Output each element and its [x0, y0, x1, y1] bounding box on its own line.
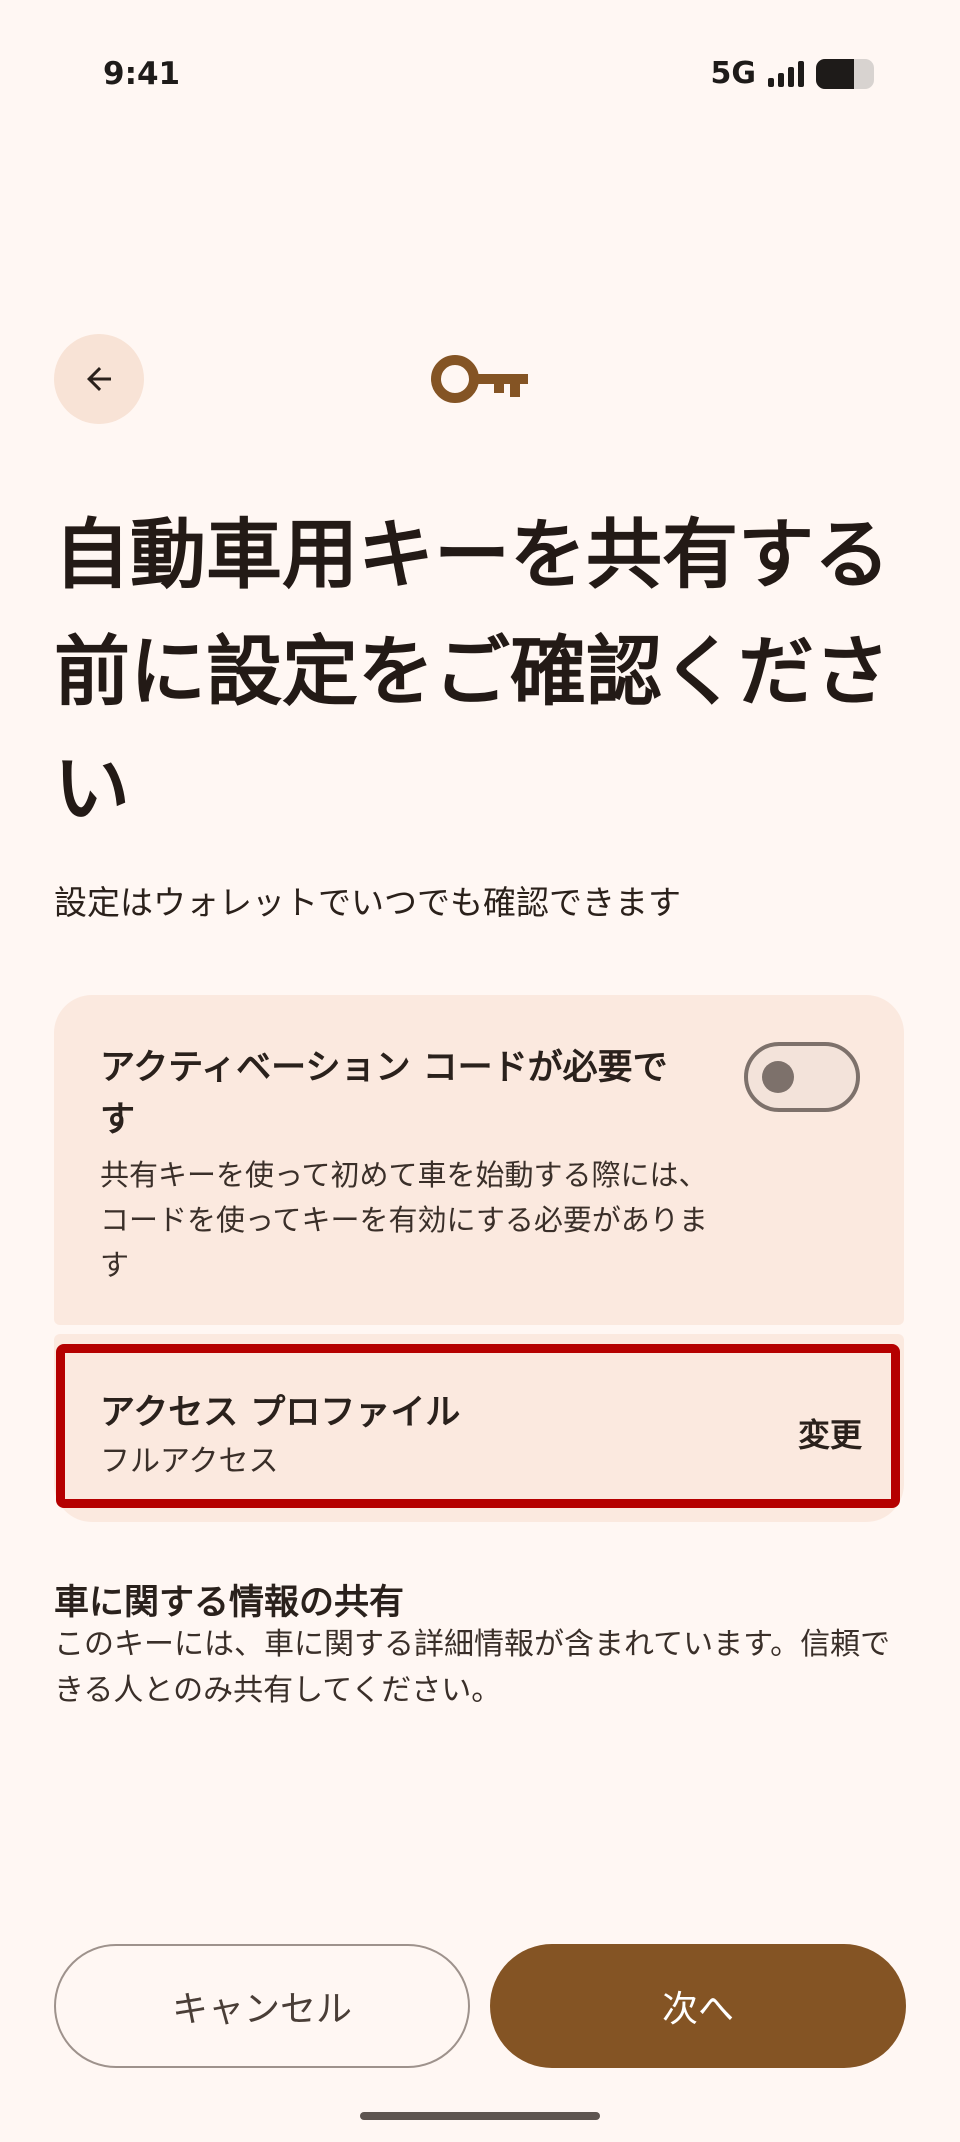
next-button[interactable]: 次へ — [490, 1944, 906, 2068]
activation-setting-description: 共有キーを使って初めて車を始動する際には、コードを使ってキーを有効にする必要があ… — [100, 1158, 708, 1282]
next-button-label: 次へ — [661, 1989, 734, 2030]
status-icons: 5G — [710, 56, 874, 91]
toggle-knob — [762, 1061, 794, 1093]
home-indicator[interactable] — [360, 2112, 600, 2120]
page-title: 自動車用キーを共有する前に設定をご確認ください — [54, 510, 890, 833]
activation-setting-title: アクティベーション コードが必要です — [100, 1048, 668, 1140]
highlight-box — [56, 1344, 900, 1508]
back-button[interactable] — [54, 334, 144, 424]
info-section-description: このキーには、車に関する詳細情報が含まれています。信頼できる人とのみ共有してくだ… — [54, 1627, 891, 1708]
cancel-button-label: キャンセル — [171, 1989, 352, 2030]
cancel-button[interactable]: キャンセル — [54, 1944, 470, 2068]
key-icon — [431, 355, 528, 403]
signal-bars-icon — [768, 60, 804, 87]
status-bar: 9:41 5G — [0, 0, 960, 150]
network-type: 5G — [710, 56, 757, 91]
battery-icon — [816, 58, 874, 89]
arrow-back-icon — [87, 367, 111, 391]
activation-code-toggle[interactable] — [744, 1042, 860, 1112]
status-time: 9:41 — [103, 56, 181, 92]
info-section-title: 車に関する情報の共有 — [54, 1583, 405, 1623]
battery-level — [816, 58, 854, 89]
page-subtitle: 設定はウォレットでいつでも確認できます — [54, 883, 681, 922]
